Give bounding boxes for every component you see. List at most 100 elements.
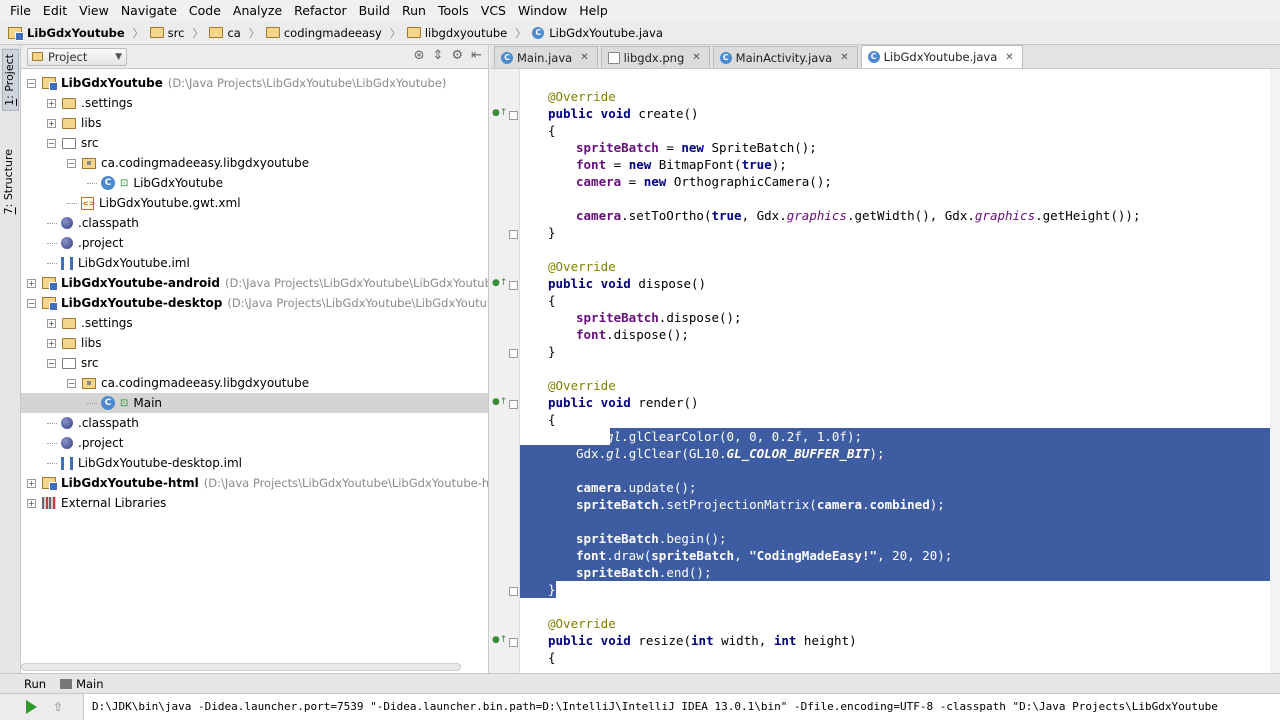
menu-refactor[interactable]: Refactor xyxy=(288,0,352,21)
breadcrumb-item[interactable]: codingmadeeasy xyxy=(265,26,382,40)
project-view-dropdown[interactable]: Project ▼ xyxy=(27,47,127,66)
collapse-icon[interactable]: − xyxy=(27,298,36,308)
fold-icon[interactable] xyxy=(509,281,518,290)
tree-item[interactable]: .project xyxy=(21,233,488,253)
editor-tab[interactable]: C Main.java ✕ xyxy=(494,46,598,68)
code-line[interactable]: spriteBatch.setProjectionMatrix(camera.c… xyxy=(576,496,945,513)
menu-edit[interactable]: Edit xyxy=(37,0,73,21)
fold-icon[interactable] xyxy=(509,349,518,358)
menu-analyze[interactable]: Analyze xyxy=(227,0,288,21)
tree-item[interactable]: − ca.codingmadeeasy.libgdxyoutube xyxy=(21,153,488,173)
tree-item[interactable]: C ⊡ LibGdxYoutube xyxy=(21,173,488,193)
code-editor[interactable]: ●↑ ●↑ ●↑ ●↑ @Override public void create(){s… xyxy=(490,69,1280,673)
code-line[interactable]: font.draw(spriteBatch, "CodingMadeEasy!"… xyxy=(576,547,952,564)
code-line[interactable]: camera.update(); xyxy=(576,479,696,496)
expand-icon[interactable]: + xyxy=(47,98,56,108)
close-icon[interactable]: ✕ xyxy=(580,52,588,63)
fold-icon[interactable] xyxy=(509,230,518,239)
tree-item[interactable]: .classpath xyxy=(21,213,488,233)
fold-icon[interactable] xyxy=(509,400,518,409)
menu-view[interactable]: View xyxy=(73,0,115,21)
code-line[interactable]: public void resize(int width, int height… xyxy=(548,632,857,649)
code-line[interactable]: @Override xyxy=(548,377,616,394)
editor-tab[interactable]: libgdx.png ✕ xyxy=(600,46,710,68)
override-marker-icon[interactable]: ●↑ xyxy=(492,635,507,645)
code-line[interactable]: spriteBatch.begin(); xyxy=(576,530,727,547)
tree-item[interactable]: − src xyxy=(21,133,488,153)
tree-item[interactable]: LibGdxYoutube.iml xyxy=(21,253,488,273)
close-icon[interactable]: ✕ xyxy=(840,52,848,63)
tree-item[interactable]: + .settings xyxy=(21,93,488,113)
code-line[interactable]: @Override xyxy=(548,88,616,105)
up-arrow-icon[interactable]: ⇧ xyxy=(53,701,63,713)
menu-navigate[interactable]: Navigate xyxy=(115,0,183,21)
tree-item[interactable]: + libs xyxy=(21,113,488,133)
collapse-icon[interactable]: − xyxy=(47,138,56,148)
close-icon[interactable]: ✕ xyxy=(692,52,700,63)
tree-item[interactable]: C ⊡ Main xyxy=(21,393,488,413)
tree-item[interactable]: + .settings xyxy=(21,313,488,333)
code-line[interactable]: { xyxy=(548,649,556,666)
code-line[interactable]: } xyxy=(548,224,556,241)
editor-tab[interactable]: C LibGdxYoutube.java ✕ xyxy=(860,45,1023,68)
code-line[interactable]: camera = new OrthographicCamera(); xyxy=(576,173,832,190)
tree-item[interactable]: − LibGdxYoutube (D:\Java Projects\LibGdxYo… xyxy=(21,73,488,93)
code-line[interactable]: camera.setToOrtho(true, Gdx.graphics.get… xyxy=(576,207,1140,224)
tree-item[interactable]: + libs xyxy=(21,333,488,353)
breadcrumb-item[interactable]: LibGdxYoutube xyxy=(8,26,125,41)
sync-icon[interactable]: ⊛ xyxy=(414,48,425,63)
tree-item[interactable]: .project xyxy=(21,433,488,453)
code-line[interactable]: } xyxy=(548,343,556,360)
collapse-icon[interactable]: − xyxy=(67,378,76,388)
fold-icon[interactable] xyxy=(509,111,518,120)
fold-icon[interactable] xyxy=(509,638,518,647)
code-line[interactable]: font.dispose(); xyxy=(576,326,689,343)
code-line[interactable]: public void render() xyxy=(548,394,699,411)
menu-file[interactable]: File xyxy=(4,0,37,21)
expand-icon[interactable]: + xyxy=(47,118,56,128)
breadcrumb-item[interactable]: C LibGdxYoutube.java xyxy=(532,26,663,40)
code-line[interactable]: @Override xyxy=(548,615,616,632)
code-line[interactable]: { xyxy=(548,411,556,428)
code-area[interactable]: @Override public void create(){spriteBatc… xyxy=(520,69,1280,673)
expand-icon[interactable]: + xyxy=(47,338,56,348)
project-tool-tab[interactable]: 1: Project xyxy=(2,49,19,111)
hide-panel-icon[interactable]: ⇤ xyxy=(471,48,482,63)
fold-icon[interactable] xyxy=(509,587,518,596)
code-line[interactable]: { xyxy=(548,292,556,309)
menu-code[interactable]: Code xyxy=(183,0,227,21)
expand-icon[interactable]: + xyxy=(27,498,36,508)
code-line[interactable]: @Override xyxy=(548,258,616,275)
tree-item[interactable]: + LibGdxYoutube-android (D:\Java Projects\… xyxy=(21,273,488,293)
menu-window[interactable]: Window xyxy=(512,0,573,21)
menu-tools[interactable]: Tools xyxy=(432,0,475,21)
code-line[interactable]: font = new BitmapFont(true); xyxy=(576,156,787,173)
override-marker-icon[interactable]: ●↑ xyxy=(492,278,507,288)
code-line[interactable]: public void create() xyxy=(548,105,699,122)
override-marker-icon[interactable]: ●↑ xyxy=(492,397,507,407)
tree-item[interactable]: LibGdxYoutube-desktop.iml xyxy=(21,453,488,473)
code-line[interactable]: Gdx.gl.glClearColor(0, 0, 0.2f, 1.0f); xyxy=(576,428,862,445)
tree-item[interactable]: − ca.codingmadeeasy.libgdxyoutube xyxy=(21,373,488,393)
breadcrumb-item[interactable]: src xyxy=(149,26,184,40)
menu-build[interactable]: Build xyxy=(353,0,396,21)
menu-help[interactable]: Help xyxy=(573,0,614,21)
collapse-icon[interactable]: − xyxy=(47,358,56,368)
tree-item[interactable]: − LibGdxYoutube-desktop (D:\Java Projects\… xyxy=(21,293,488,313)
breadcrumb-item[interactable]: libgdxyoutube xyxy=(406,26,507,40)
rerun-icon[interactable] xyxy=(26,700,37,714)
collapse-icon[interactable]: − xyxy=(67,158,76,168)
structure-tool-tab[interactable]: 7: Structure xyxy=(2,145,19,218)
tree-item[interactable]: <> LibGdxYoutube.gwt.xml xyxy=(21,193,488,213)
code-line[interactable]: Gdx.gl.glClear(GL10.GL_COLOR_BUFFER_BIT)… xyxy=(576,445,885,462)
run-tab-label[interactable]: Run xyxy=(24,677,46,691)
tree-item[interactable]: + External Libraries xyxy=(21,493,488,513)
gear-icon[interactable]: ⚙ xyxy=(451,48,463,63)
close-icon[interactable]: ✕ xyxy=(1005,52,1013,63)
editor-tab[interactable]: C MainActivity.java ✕ xyxy=(712,46,858,68)
code-line[interactable]: } xyxy=(548,581,556,598)
tree-item[interactable]: .classpath xyxy=(21,413,488,433)
horizontal-scrollbar[interactable] xyxy=(21,663,461,671)
override-marker-icon[interactable]: ●↑ xyxy=(492,108,507,118)
collapse-all-icon[interactable]: ⇕ xyxy=(433,48,444,63)
